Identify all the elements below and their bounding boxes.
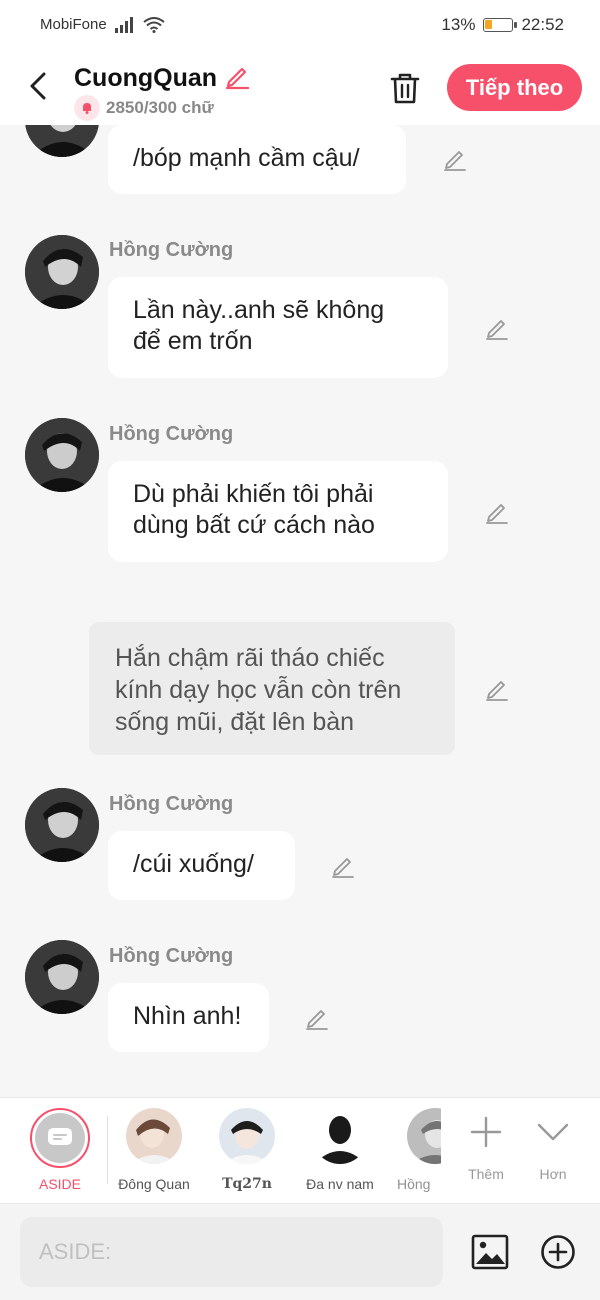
aside-label: ASIDE: [38, 1176, 81, 1192]
message-input[interactable]: [20, 1217, 443, 1287]
more-button[interactable]: Hơn: [523, 1110, 583, 1182]
delete-button[interactable]: [386, 68, 424, 108]
aside-inner: [35, 1113, 85, 1163]
message-text: /cúi xuống/: [133, 850, 254, 878]
message-text: Dù phải khiến tôi phải dùng bất cứ cách …: [133, 480, 375, 539]
plus-icon: [456, 1110, 516, 1154]
bell-icon: [74, 95, 100, 121]
character-item[interactable]: Đông Quan: [117, 1108, 191, 1192]
edit-message-button[interactable]: [303, 1004, 331, 1032]
character-avatar: [219, 1108, 275, 1164]
edit-message-button[interactable]: [483, 498, 511, 526]
message-icon: [48, 1128, 72, 1145]
edit-narration-button[interactable]: [483, 675, 511, 703]
aside-button[interactable]: [30, 1108, 90, 1168]
character-name: Đa nv nam: [306, 1176, 374, 1192]
character-bar: ASIDE Đông Quan Tq27n Đa nv nam Hồng Thê…: [0, 1097, 600, 1204]
sender-name: Hồng Cường: [109, 793, 234, 815]
avatar[interactable]: [25, 418, 99, 492]
add-label: Thêm: [468, 1166, 504, 1182]
avatar[interactable]: [25, 125, 99, 157]
character-avatar: [126, 1108, 182, 1164]
avatar[interactable]: [25, 235, 99, 309]
aside-circle: [30, 1108, 90, 1168]
pencil-icon: [486, 504, 508, 524]
trash-icon: [390, 73, 420, 104]
status-left: MobiFone: [40, 16, 165, 33]
message-bubble[interactable]: /bóp mạnh cầm cậu/: [108, 125, 406, 194]
signal-icon: [114, 16, 133, 33]
character-name: Hồng: [397, 1176, 431, 1192]
sender-name: Hồng Cường: [109, 945, 234, 967]
pencil-icon: [486, 681, 508, 701]
add-character-button[interactable]: Thêm: [456, 1110, 516, 1182]
chevron-left-icon: [30, 72, 46, 100]
carrier-label: MobiFone: [40, 16, 107, 33]
character-avatar: [407, 1108, 441, 1164]
add-button[interactable]: [540, 1234, 576, 1270]
status-bar: MobiFone 13% 22:52: [0, 0, 600, 50]
character-name: Tq27n: [222, 1176, 272, 1192]
pencil-icon: [332, 858, 354, 878]
edit-message-button[interactable]: [441, 145, 469, 173]
status-right: 13% 22:52: [441, 15, 564, 35]
input-bar: [0, 1205, 600, 1300]
sender-name: Hồng Cường: [109, 423, 234, 445]
sender-name: Hồng Cường: [109, 239, 234, 261]
next-button[interactable]: Tiếp theo: [447, 64, 582, 111]
subtitle-row: 2850/300 chữ: [74, 95, 214, 121]
edit-message-button[interactable]: [483, 314, 511, 342]
wifi-icon: [143, 16, 165, 33]
battery-percent: 13%: [441, 15, 476, 34]
message-bubble[interactable]: Dù phải khiến tôi phải dùng bất cứ cách …: [108, 461, 448, 562]
pencil-icon: [306, 1010, 328, 1030]
message-bubble[interactable]: Nhìn anh!: [108, 983, 269, 1052]
title-row: CuongQuan: [74, 62, 251, 95]
character-name: Đông Quan: [118, 1176, 190, 1192]
message-text: Nhìn anh!: [133, 1002, 242, 1030]
battery-fill: [485, 20, 493, 29]
message-text: Lần này..anh sẽ không để em trốn: [133, 296, 385, 355]
header: CuongQuan 2850/300 chữ Tiếp theo: [0, 50, 600, 125]
pencil-icon: [225, 67, 250, 90]
more-label: Hơn: [539, 1166, 567, 1182]
word-count: 2850/300 chữ: [106, 98, 214, 117]
battery-icon: [483, 18, 518, 32]
character-item[interactable]: Đa nv nam: [300, 1108, 380, 1192]
insert-image-button[interactable]: [470, 1232, 510, 1272]
divider: [107, 1116, 108, 1184]
avatar[interactable]: [25, 788, 99, 862]
image-icon: [471, 1234, 509, 1270]
message-bubble[interactable]: Lần này..anh sẽ không để em trốn: [108, 277, 448, 378]
character-item[interactable]: Hồng: [397, 1108, 441, 1192]
plus-circle-icon: [541, 1235, 575, 1269]
character-avatar: [312, 1108, 368, 1164]
avatar[interactable]: [25, 940, 99, 1014]
narration-block[interactable]: Hắn chậm rãi tháo chiếc kính dạy học vẫn…: [89, 622, 455, 755]
pencil-icon: [486, 320, 508, 340]
chat-area[interactable]: /bóp mạnh cầm cậu/ Hồng Cường Lần này..a…: [0, 125, 600, 1097]
clock: 22:52: [521, 15, 564, 34]
character-item[interactable]: Tq27n: [212, 1108, 282, 1192]
edit-message-button[interactable]: [329, 852, 357, 880]
chevron-down-icon: [523, 1110, 583, 1154]
back-button[interactable]: [20, 68, 56, 104]
message-bubble[interactable]: /cúi xuống/: [108, 831, 295, 900]
edit-title-button[interactable]: [223, 62, 251, 95]
pencil-icon: [444, 151, 466, 171]
message-text: /bóp mạnh cầm cậu/: [133, 144, 360, 172]
story-title: CuongQuan: [74, 64, 218, 92]
narration-text: Hắn chậm rãi tháo chiếc kính dạy học vẫn…: [115, 644, 402, 736]
